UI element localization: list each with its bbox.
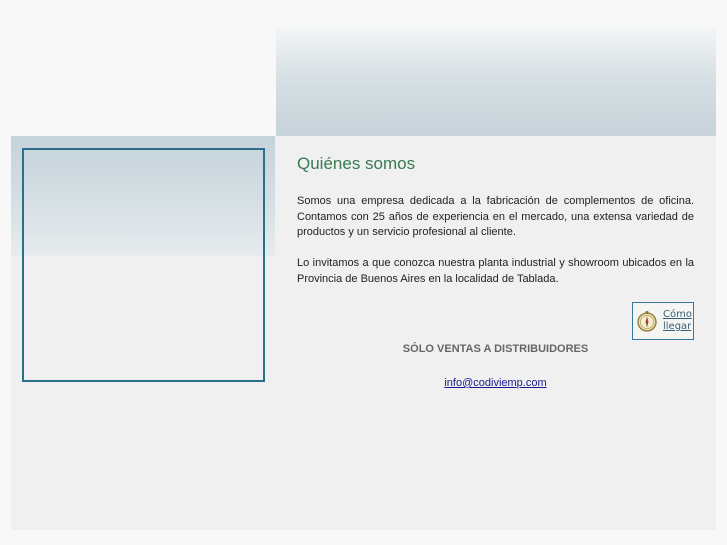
about-paragraph-1: Somos una empresa dedicada a la fabricac… [297,195,694,238]
page-title: Quiénes somos [297,154,416,173]
sales-notice: SÓLO VENTAS A DISTRIBUIDORES [402,343,589,355]
photo-frame [22,148,265,382]
directions-label-line-2: llegar [663,321,692,332]
header-banner [276,28,716,136]
directions-label-line-1: Cómo [663,309,692,320]
about-paragraph-2: Lo invitamos a que conozca nuestra plant… [297,257,694,285]
contact-email-link[interactable]: info@codiviemp.com [444,377,546,389]
directions-button[interactable]: Cómo llegar [632,302,694,340]
compass-icon [636,310,658,332]
about-section: Quiénes somos Somos una empresa dedicada… [297,152,694,285]
contact-email-wrapper: info@codiviemp.com [297,377,694,389]
directions-label: Cómo llegar [663,309,692,333]
